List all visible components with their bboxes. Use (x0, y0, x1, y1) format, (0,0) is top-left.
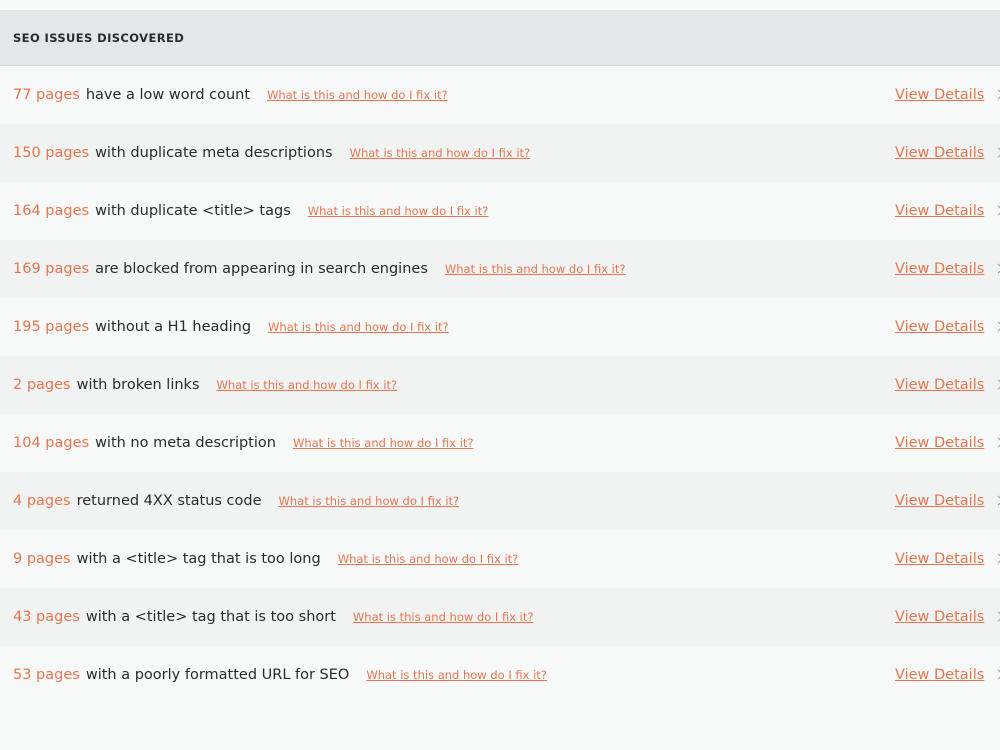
issue-count-link[interactable]: 77 pages (13, 87, 80, 103)
issue-row: 77 pages have a low word count What is t… (0, 66, 1000, 124)
chevron-right-icon[interactable] (993, 495, 1000, 506)
issue-count-link[interactable]: 4 pages (13, 493, 71, 509)
issue-description: with duplicate meta descriptions (95, 145, 333, 161)
issue-description: with duplicate <title> tags (95, 203, 291, 219)
issue-count-link[interactable]: 164 pages (13, 203, 89, 219)
help-link[interactable]: What is this and how do I fix it? (267, 88, 448, 102)
issue-count-link[interactable]: 9 pages (13, 551, 71, 567)
issue-description: with no meta description (95, 435, 276, 451)
help-link[interactable]: What is this and how do I fix it? (217, 378, 398, 392)
help-link[interactable]: What is this and how do I fix it? (445, 262, 626, 276)
view-details-link[interactable]: View Details (895, 87, 984, 103)
chevron-right-icon[interactable] (993, 611, 1000, 622)
issue-description: returned 4XX status code (76, 493, 262, 509)
chevron-right-icon[interactable] (993, 205, 1000, 216)
issue-description: with a <title> tag that is too short (85, 609, 336, 625)
issue-count-link[interactable]: 43 pages (13, 609, 80, 625)
view-details-link[interactable]: View Details (895, 493, 984, 509)
panel-title: SEO ISSUES DISCOVERED (13, 30, 185, 45)
issue-count-link[interactable]: 195 pages (13, 319, 89, 335)
view-details-link[interactable]: View Details (895, 609, 984, 625)
issue-description: without a H1 heading (95, 319, 252, 335)
view-details-link[interactable]: View Details (895, 261, 984, 277)
issue-description: with broken links (76, 377, 200, 393)
issue-row: 195 pages without a H1 heading What is t… (0, 298, 1000, 356)
view-details-link[interactable]: View Details (895, 551, 984, 567)
chevron-right-icon[interactable] (993, 147, 1000, 158)
help-link[interactable]: What is this and how do I fix it? (338, 552, 519, 566)
issue-description: with a poorly formatted URL for SEO (85, 667, 350, 683)
issue-row: 169 pages are blocked from appearing in … (0, 240, 1000, 298)
view-details-link[interactable]: View Details (895, 145, 984, 161)
chevron-right-icon[interactable] (993, 263, 1000, 274)
issue-row: 4 pages returned 4XX status code What is… (0, 472, 1000, 530)
view-details-link[interactable]: View Details (895, 667, 984, 683)
help-link[interactable]: What is this and how do I fix it? (279, 494, 460, 508)
issue-row: 2 pages with broken links What is this a… (0, 356, 1000, 414)
issue-row: 104 pages with no meta description What … (0, 414, 1000, 472)
issue-description: with a <title> tag that is too long (76, 551, 321, 567)
issue-count-link[interactable]: 53 pages (13, 667, 80, 683)
chevron-right-icon[interactable] (993, 669, 1000, 680)
chevron-right-icon[interactable] (993, 379, 1000, 390)
issue-count-link[interactable]: 169 pages (13, 261, 89, 277)
issue-row: 53 pages with a poorly formatted URL for… (0, 646, 1000, 704)
view-details-link[interactable]: View Details (895, 435, 984, 451)
issue-list: 77 pages have a low word count What is t… (0, 66, 1000, 704)
issue-count-link[interactable]: 2 pages (13, 377, 71, 393)
issue-description: have a low word count (85, 87, 251, 103)
chevron-right-icon[interactable] (993, 321, 1000, 332)
panel-header: SEO ISSUES DISCOVERED (0, 10, 1000, 66)
issue-description: are blocked from appearing in search eng… (95, 261, 428, 277)
seo-issues-panel: SEO ISSUES DISCOVERED 77 pages have a lo… (0, 10, 1000, 750)
issue-row: 9 pages with a <title> tag that is too l… (0, 530, 1000, 588)
chevron-right-icon[interactable] (993, 437, 1000, 448)
help-link[interactable]: What is this and how do I fix it? (293, 436, 474, 450)
view-details-link[interactable]: View Details (895, 377, 984, 393)
issue-row: 150 pages with duplicate meta descriptio… (0, 124, 1000, 182)
help-link[interactable]: What is this and how do I fix it? (366, 668, 547, 682)
issue-count-link[interactable]: 104 pages (13, 435, 89, 451)
issue-row: 164 pages with duplicate <title> tags Wh… (0, 182, 1000, 240)
help-link[interactable]: What is this and how do I fix it? (268, 320, 449, 334)
chevron-right-icon[interactable] (993, 89, 1000, 100)
chevron-right-icon[interactable] (993, 553, 1000, 564)
view-details-link[interactable]: View Details (895, 319, 984, 335)
help-link[interactable]: What is this and how do I fix it? (353, 610, 534, 624)
issue-row: 43 pages with a <title> tag that is too … (0, 588, 1000, 646)
help-link[interactable]: What is this and how do I fix it? (350, 146, 531, 160)
view-details-link[interactable]: View Details (895, 203, 984, 219)
issue-count-link[interactable]: 150 pages (13, 145, 89, 161)
help-link[interactable]: What is this and how do I fix it? (308, 204, 489, 218)
